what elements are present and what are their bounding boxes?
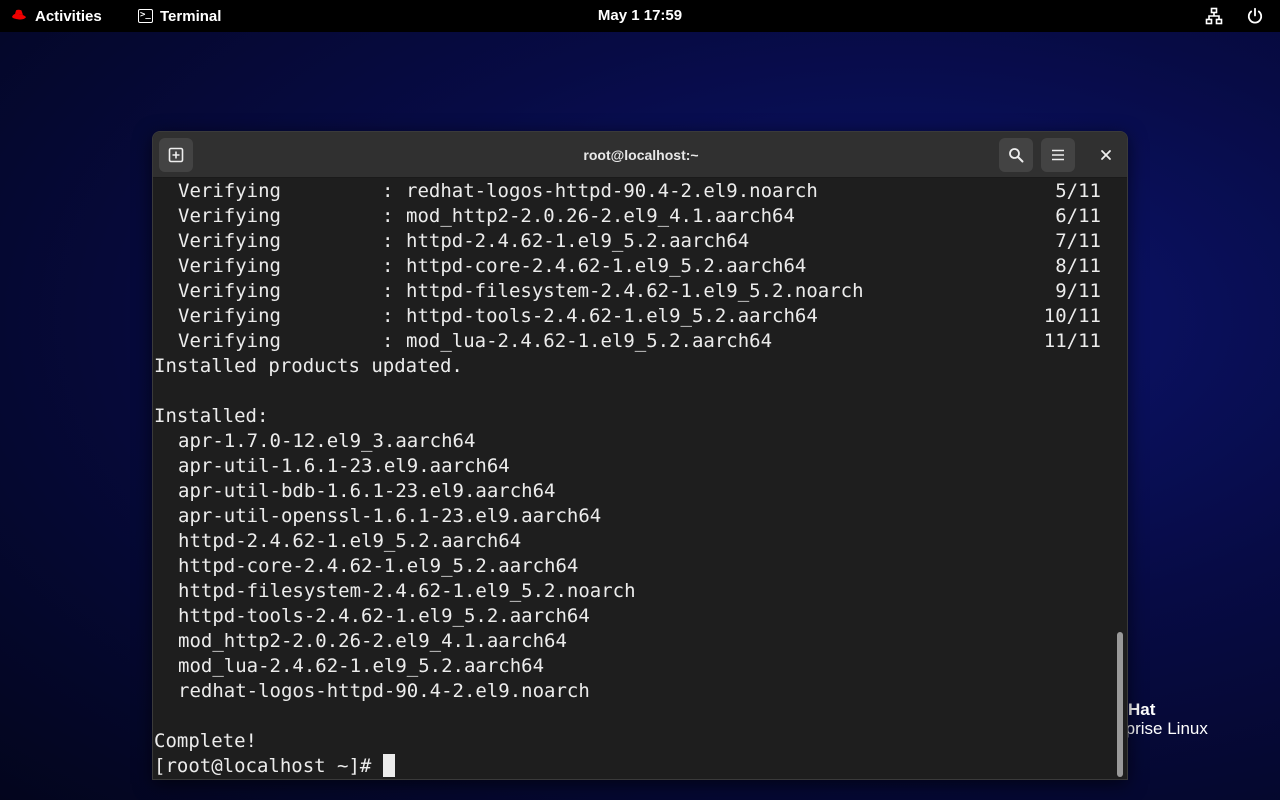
verify-separator: : [382,305,394,327]
close-icon [1101,150,1111,160]
verify-separator: : [382,230,394,252]
verify-package: mod_http2-2.0.26-2.el9_4.1.aarch64 [406,205,795,227]
verify-package: mod_lua-2.4.62-1.el9_5.2.aarch64 [406,330,773,352]
verify-label: Verifying [178,330,281,352]
verify-row: Verifying: redhat-logos-httpd-90.4-2.el9.… [153,179,1115,204]
verify-separator: : [382,205,394,227]
verify-count: 10/11 [1043,305,1101,327]
shell-prompt: [root@localhost ~]# [154,755,383,777]
verify-row: Verifying: mod_lua-2.4.62-1.el9_5.2.aarch… [153,329,1115,354]
verify-separator: : [382,280,394,302]
products-updated-line: Installed products updated. [154,355,463,377]
verify-count: 9/11 [1055,280,1101,302]
verify-count: 6/11 [1055,205,1101,227]
installed-package: apr-1.7.0-12.el9_3.aarch64 [178,430,476,452]
verify-label: Verifying [178,280,281,302]
desktop-logo-line2: rprise Linux [1120,719,1208,738]
installed-package: httpd-filesystem-2.4.62-1.el9_5.2.noarch [178,580,636,602]
installed-package: apr-util-1.6.1-23.el9.aarch64 [178,455,510,477]
verify-package: redhat-logos-httpd-90.4-2.el9.noarch [406,180,818,202]
prompt-line[interactable]: [root@localhost ~]# [153,754,1115,779]
desktop-logo-line1: Hat [1128,700,1156,719]
installed-package: httpd-2.4.62-1.el9_5.2.aarch64 [178,530,522,552]
verify-label: Verifying [178,205,281,227]
verify-count: 5/11 [1055,180,1101,202]
terminal-app-icon: >_ [138,9,153,23]
verify-count: 8/11 [1055,255,1101,277]
clock-button[interactable]: May 1 17:59 [598,7,682,24]
installed-package: redhat-logos-httpd-90.4-2.el9.noarch [178,680,590,702]
verify-row: Verifying: httpd-2.4.62-1.el9_5.2.aarch64… [153,229,1115,254]
verify-package: httpd-tools-2.4.62-1.el9_5.2.aarch64 [406,305,818,327]
verify-label: Verifying [178,305,281,327]
installed-header: Installed: [154,405,269,427]
verify-package: httpd-core-2.4.62-1.el9_5.2.aarch64 [406,255,807,277]
terminal-output[interactable]: Verifying: redhat-logos-httpd-90.4-2.el9.… [153,179,1115,779]
verify-separator: : [382,180,394,202]
installed-package: apr-util-openssl-1.6.1-23.el9.aarch64 [178,505,602,527]
network-wired-icon[interactable] [1205,7,1223,25]
app-menu-label: Terminal [160,7,222,25]
verify-label: Verifying [178,180,281,202]
verify-label: Verifying [178,255,281,277]
top-bar: Activities >_ Terminal May 1 17:59 [0,0,1280,32]
search-button[interactable] [999,138,1033,172]
installed-package: mod_http2-2.0.26-2.el9_4.1.aarch64 [178,630,567,652]
close-button[interactable] [1089,138,1123,172]
activities-button[interactable]: Activities [10,0,102,32]
verify-row: Verifying: httpd-filesystem-2.4.62-1.el9_… [153,279,1115,304]
installed-package: httpd-tools-2.4.62-1.el9_5.2.aarch64 [178,605,590,627]
verify-row: Verifying: httpd-core-2.4.62-1.el9_5.2.aa… [153,254,1115,279]
installed-package: httpd-core-2.4.62-1.el9_5.2.aarch64 [178,555,579,577]
terminal-window: root@localhost:~ Verifying: redhat-logos-… [152,131,1128,780]
activities-label: Activities [35,7,102,25]
app-menu-terminal[interactable]: >_ Terminal [138,0,221,32]
installed-package: apr-util-bdb-1.6.1-23.el9.aarch64 [178,480,556,502]
complete-line: Complete! [154,730,257,752]
verify-count: 11/11 [1043,330,1101,352]
terminal-scrollbar[interactable] [1117,632,1123,777]
window-title: root@localhost:~ [583,147,699,163]
hamburger-menu-icon [1052,149,1064,161]
power-icon[interactable] [1246,7,1264,25]
installed-package: mod_lua-2.4.62-1.el9_5.2.aarch64 [178,655,545,677]
redhat-logo-icon [10,9,28,21]
verify-label: Verifying [178,230,281,252]
verify-separator: : [382,330,394,352]
new-tab-icon [168,147,184,163]
verify-package: httpd-filesystem-2.4.62-1.el9_5.2.noarch [406,280,864,302]
text-cursor [382,754,395,777]
verify-separator: : [382,255,394,277]
main-menu-button[interactable] [1041,138,1075,172]
verify-row: Verifying: mod_http2-2.0.26-2.el9_4.1.aar… [153,204,1115,229]
window-headerbar[interactable]: root@localhost:~ [153,132,1127,178]
verify-count: 7/11 [1055,230,1101,252]
search-icon [1009,148,1024,163]
desktop-logo: Hat rprise Linux [1120,700,1208,738]
verify-package: httpd-2.4.62-1.el9_5.2.aarch64 [406,230,750,252]
new-tab-button[interactable] [159,138,193,172]
verify-row: Verifying: httpd-tools-2.4.62-1.el9_5.2.a… [153,304,1115,329]
